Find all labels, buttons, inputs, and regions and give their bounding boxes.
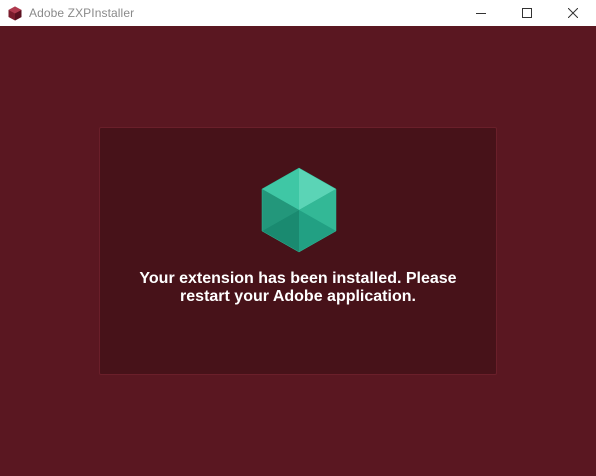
window-title: Adobe ZXPInstaller [29, 6, 135, 20]
success-message: Your extension has been installed. Pleas… [100, 270, 496, 306]
app-window: Adobe ZXPInstaller Your extension has be… [0, 0, 596, 476]
close-button[interactable] [550, 0, 596, 26]
maximize-icon [522, 8, 532, 18]
close-icon [568, 8, 578, 18]
main-content: Your extension has been installed. Pleas… [0, 26, 596, 476]
message-line-2: restart your Adobe application. [180, 288, 416, 305]
minimize-button[interactable] [458, 0, 504, 26]
window-controls [458, 0, 596, 26]
title-bar[interactable]: Adobe ZXPInstaller [0, 0, 596, 26]
status-panel: Your extension has been installed. Pleas… [99, 127, 497, 375]
minimize-icon [476, 13, 486, 14]
maximize-button[interactable] [504, 0, 550, 26]
app-logo-icon [7, 5, 23, 21]
message-line-1: Your extension has been installed. Pleas… [139, 270, 457, 287]
cube-icon [261, 167, 337, 253]
